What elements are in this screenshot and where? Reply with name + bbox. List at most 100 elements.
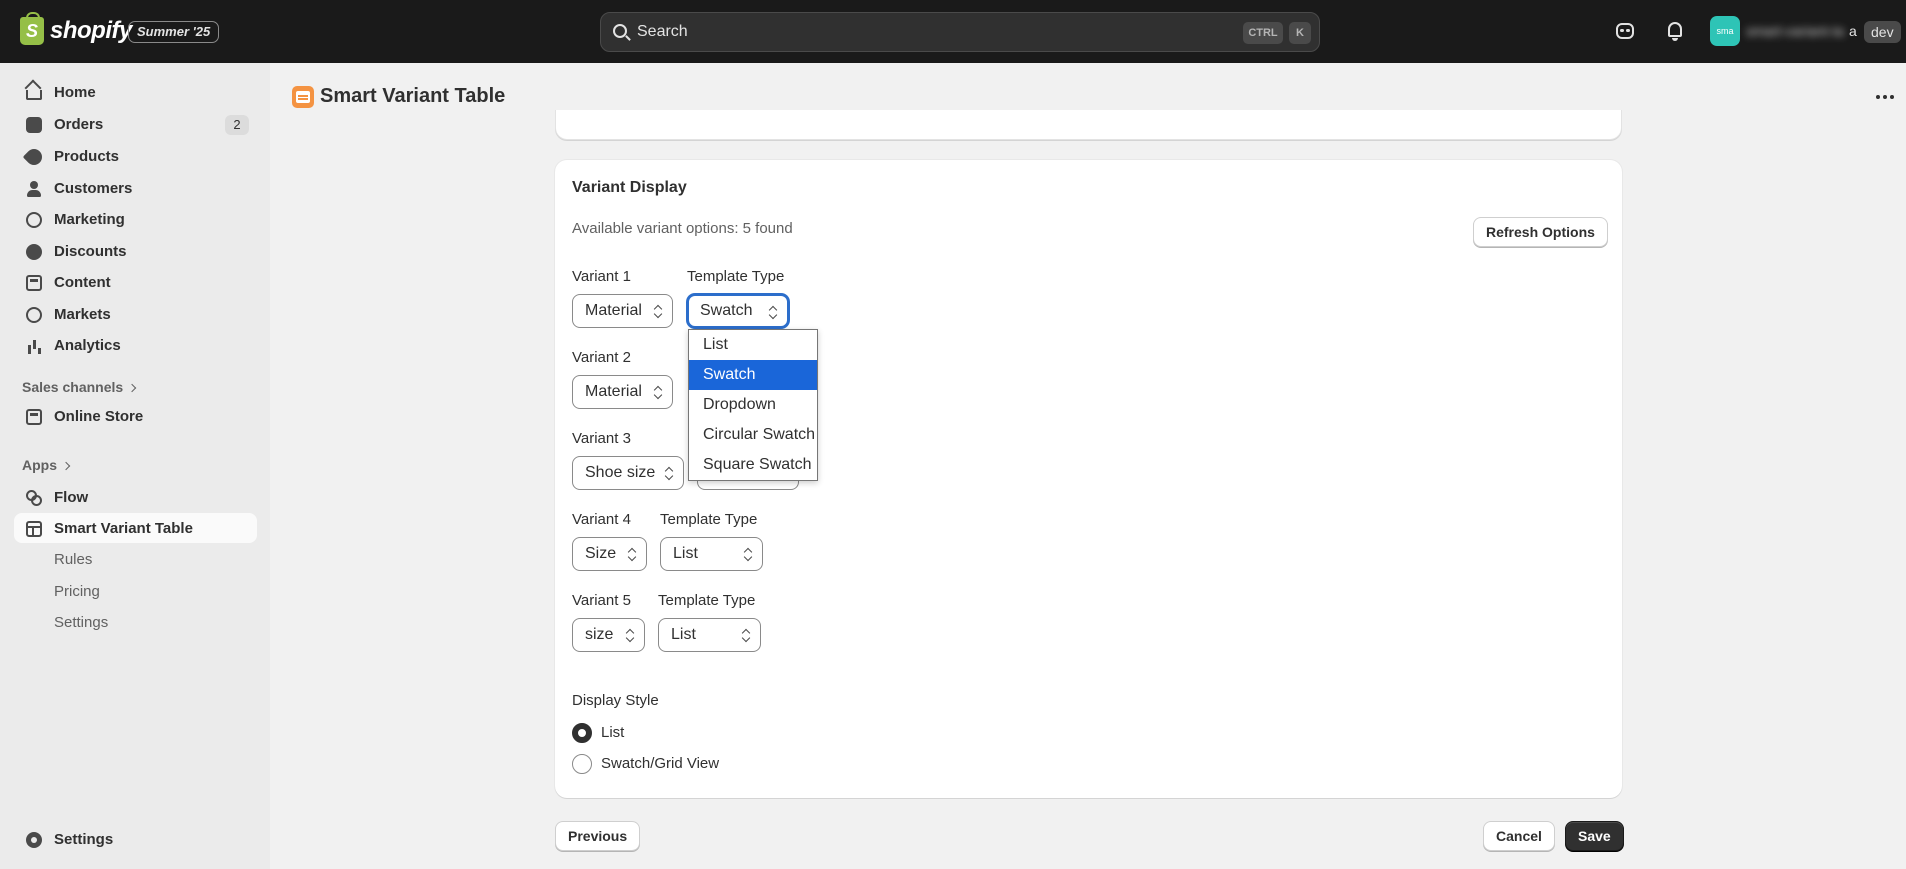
- select-arrows-icon: [654, 305, 662, 317]
- variant-2-select[interactable]: Material: [572, 375, 673, 409]
- sidebar-item-online-store[interactable]: Online Store: [14, 401, 257, 431]
- select-value: List: [671, 626, 696, 643]
- sidebar-item-label: Marketing: [54, 210, 125, 228]
- dropdown-option-square-swatch[interactable]: Square Swatch: [689, 450, 817, 480]
- home-icon: [26, 90, 42, 100]
- select-arrows-icon: [654, 386, 662, 398]
- display-style-list-radio[interactable]: [572, 723, 592, 743]
- sidebar-item-marketing[interactable]: Marketing: [14, 204, 257, 234]
- dropdown-option-list[interactable]: List: [689, 330, 817, 360]
- previous-card: [555, 110, 1622, 140]
- select-value: Material: [585, 302, 642, 319]
- previous-button[interactable]: Previous: [555, 821, 641, 851]
- sidebar-item-orders[interactable]: Orders 2: [14, 109, 257, 139]
- variant-3-select[interactable]: Shoe size: [572, 456, 684, 490]
- logo-glyph: S: [26, 21, 39, 41]
- variant-4-template-select[interactable]: List: [660, 537, 763, 571]
- apps-heading[interactable]: Apps: [22, 457, 71, 473]
- search-placeholder: Search: [637, 23, 688, 40]
- sidebar-item-label: Analytics: [54, 336, 121, 354]
- refresh-options-button[interactable]: Refresh Options: [1473, 217, 1608, 247]
- sidebar-item-customers[interactable]: Customers: [14, 173, 257, 203]
- variant-1-select[interactable]: Material: [572, 294, 673, 328]
- chevron-right-icon: [61, 461, 71, 471]
- store-name-suffix: a: [1849, 23, 1857, 39]
- variant-1-label: Variant 1: [572, 268, 631, 285]
- apps-label: Apps: [22, 457, 57, 473]
- variant-4-select[interactable]: Size: [572, 537, 647, 571]
- orders-icon: [26, 117, 42, 133]
- sidebar-item-discounts[interactable]: Discounts: [14, 236, 257, 266]
- sidebar-item-label: Discounts: [54, 242, 127, 260]
- sidebar-item-markets[interactable]: Markets: [14, 299, 257, 329]
- select-arrows-icon: [665, 467, 673, 479]
- target-icon: [26, 212, 42, 228]
- more-actions-icon[interactable]: [1876, 95, 1894, 99]
- variant-1-template-select[interactable]: Swatch: [687, 294, 789, 328]
- variant-5-template-label: Template Type: [658, 592, 756, 609]
- gear-icon: [26, 832, 42, 848]
- sidebar-subitem-pricing[interactable]: Pricing: [54, 583, 100, 600]
- shortcut-ctrl-key: CTRL: [1243, 22, 1283, 44]
- online-store-icon: [26, 409, 42, 425]
- discount-icon: [26, 244, 42, 260]
- sidebar-subitem-rules[interactable]: Rules: [54, 551, 92, 568]
- variant-3-label: Variant 3: [572, 430, 631, 447]
- sidebar-item-smart-variant-table[interactable]: Smart Variant Table: [14, 513, 257, 543]
- sidebar-item-analytics[interactable]: Analytics: [14, 330, 257, 360]
- sidebar-item-content[interactable]: Content: [14, 267, 257, 297]
- sidebar-item-flow[interactable]: Flow: [14, 482, 257, 512]
- shopify-bag-icon: S: [20, 12, 44, 45]
- variant-1-template-label: Template Type: [687, 268, 785, 285]
- sidebar-subitem-settings[interactable]: Settings: [54, 614, 108, 631]
- display-style-swatch-label[interactable]: Swatch/Grid View: [601, 755, 719, 772]
- sidebar-item-products[interactable]: Products: [14, 141, 257, 171]
- dropdown-option-dropdown[interactable]: Dropdown: [689, 390, 817, 420]
- sidebar-item-label: Markets: [54, 305, 111, 323]
- variant-4-label: Variant 4: [572, 511, 631, 528]
- cancel-button[interactable]: Cancel: [1483, 821, 1555, 851]
- variant-4-template-label: Template Type: [660, 511, 758, 528]
- content-icon: [26, 275, 42, 291]
- search-icon: [613, 24, 627, 38]
- chevron-right-icon: [127, 383, 137, 393]
- save-button[interactable]: Save: [1565, 821, 1624, 851]
- display-style-list-label[interactable]: List: [601, 724, 624, 741]
- sidebar-item-settings[interactable]: Settings: [14, 824, 257, 854]
- edition-badge[interactable]: Summer '25: [128, 21, 220, 43]
- app-table-icon: [26, 521, 42, 537]
- variant-2-label: Variant 2: [572, 349, 631, 366]
- variant-5-select[interactable]: size: [572, 618, 645, 652]
- shortcut-k-key: K: [1289, 22, 1311, 44]
- shopify-logo[interactable]: S shopify: [20, 12, 132, 45]
- sidebar: Home Orders 2 Products Customers Marketi…: [0, 63, 270, 869]
- tag-icon: [22, 145, 46, 169]
- dropdown-option-swatch[interactable]: Swatch: [689, 360, 817, 390]
- variant-5-label: Variant 5: [572, 592, 631, 609]
- top-bar: S shopify Summer '25 Search CTRL K sma s…: [0, 0, 1906, 63]
- card-title: Variant Display: [572, 179, 687, 196]
- store-avatar[interactable]: sma: [1710, 16, 1740, 46]
- orders-count-badge: 2: [225, 115, 249, 135]
- display-style-swatch-radio[interactable]: [572, 754, 592, 774]
- dropdown-option-circular-swatch[interactable]: Circular Swatch: [689, 420, 817, 450]
- variant-5-template-select[interactable]: List: [658, 618, 761, 652]
- sidebar-item-home[interactable]: Home: [14, 77, 257, 107]
- select-value: Swatch: [700, 302, 753, 319]
- sidebar-item-label: Settings: [54, 830, 114, 848]
- store-name[interactable]: smart-variant-ta: [1746, 23, 1856, 39]
- select-arrows-icon: [744, 548, 752, 560]
- display-style-label: Display Style: [572, 692, 659, 709]
- select-value: Material: [585, 383, 642, 400]
- sales-channels-heading[interactable]: Sales channels: [22, 379, 137, 395]
- sidebar-item-label: Content: [54, 273, 111, 291]
- app-logo-icon: [292, 86, 314, 108]
- search-bar[interactable]: Search CTRL K: [600, 12, 1320, 52]
- bar-chart-icon: [26, 338, 42, 354]
- sidebar-item-label: Home: [54, 83, 96, 101]
- assistant-icon[interactable]: [1614, 20, 1636, 42]
- sales-channels-label: Sales channels: [22, 379, 124, 395]
- notification-bell-icon[interactable]: [1664, 20, 1686, 42]
- template-type-dropdown-list: List Swatch Dropdown Circular Swatch Squ…: [688, 329, 818, 481]
- flow-icon: [26, 490, 42, 506]
